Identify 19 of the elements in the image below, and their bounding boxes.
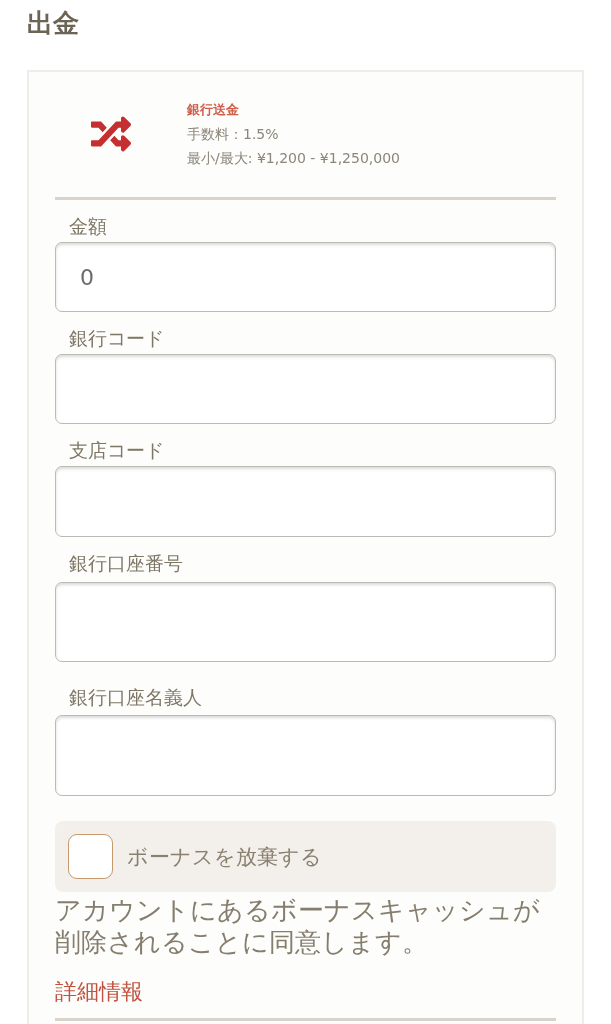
field-label: 金額 xyxy=(69,214,107,238)
field-label: 支店コード xyxy=(69,438,164,462)
text-input[interactable] xyxy=(55,354,556,424)
details-link[interactable]: 詳細情報 xyxy=(55,979,143,1004)
text-input[interactable]: 0 xyxy=(55,242,556,312)
checkbox[interactable] xyxy=(68,834,113,879)
text-input[interactable] xyxy=(55,582,556,662)
checkbox-label: ボーナスを放棄する xyxy=(127,843,322,871)
limits-text: 最小/最大: ¥1,200 - ¥1,250,000 xyxy=(187,149,400,168)
field-label: 銀行口座名義人 xyxy=(69,685,202,709)
method-name: 銀行送金 xyxy=(187,101,240,119)
text-input[interactable] xyxy=(55,715,556,796)
text-input[interactable] xyxy=(55,466,556,537)
fee-text: 手数料：1.5% xyxy=(187,125,280,144)
shuffle-icon xyxy=(88,114,134,154)
consent-text: アカウントにあるボーナスキャッシュが削除されることに同意します。 xyxy=(55,894,541,958)
page-title: 出金 xyxy=(27,8,79,38)
field-label: 銀行コード xyxy=(69,326,164,350)
field-label: 銀行口座番号 xyxy=(69,551,183,575)
